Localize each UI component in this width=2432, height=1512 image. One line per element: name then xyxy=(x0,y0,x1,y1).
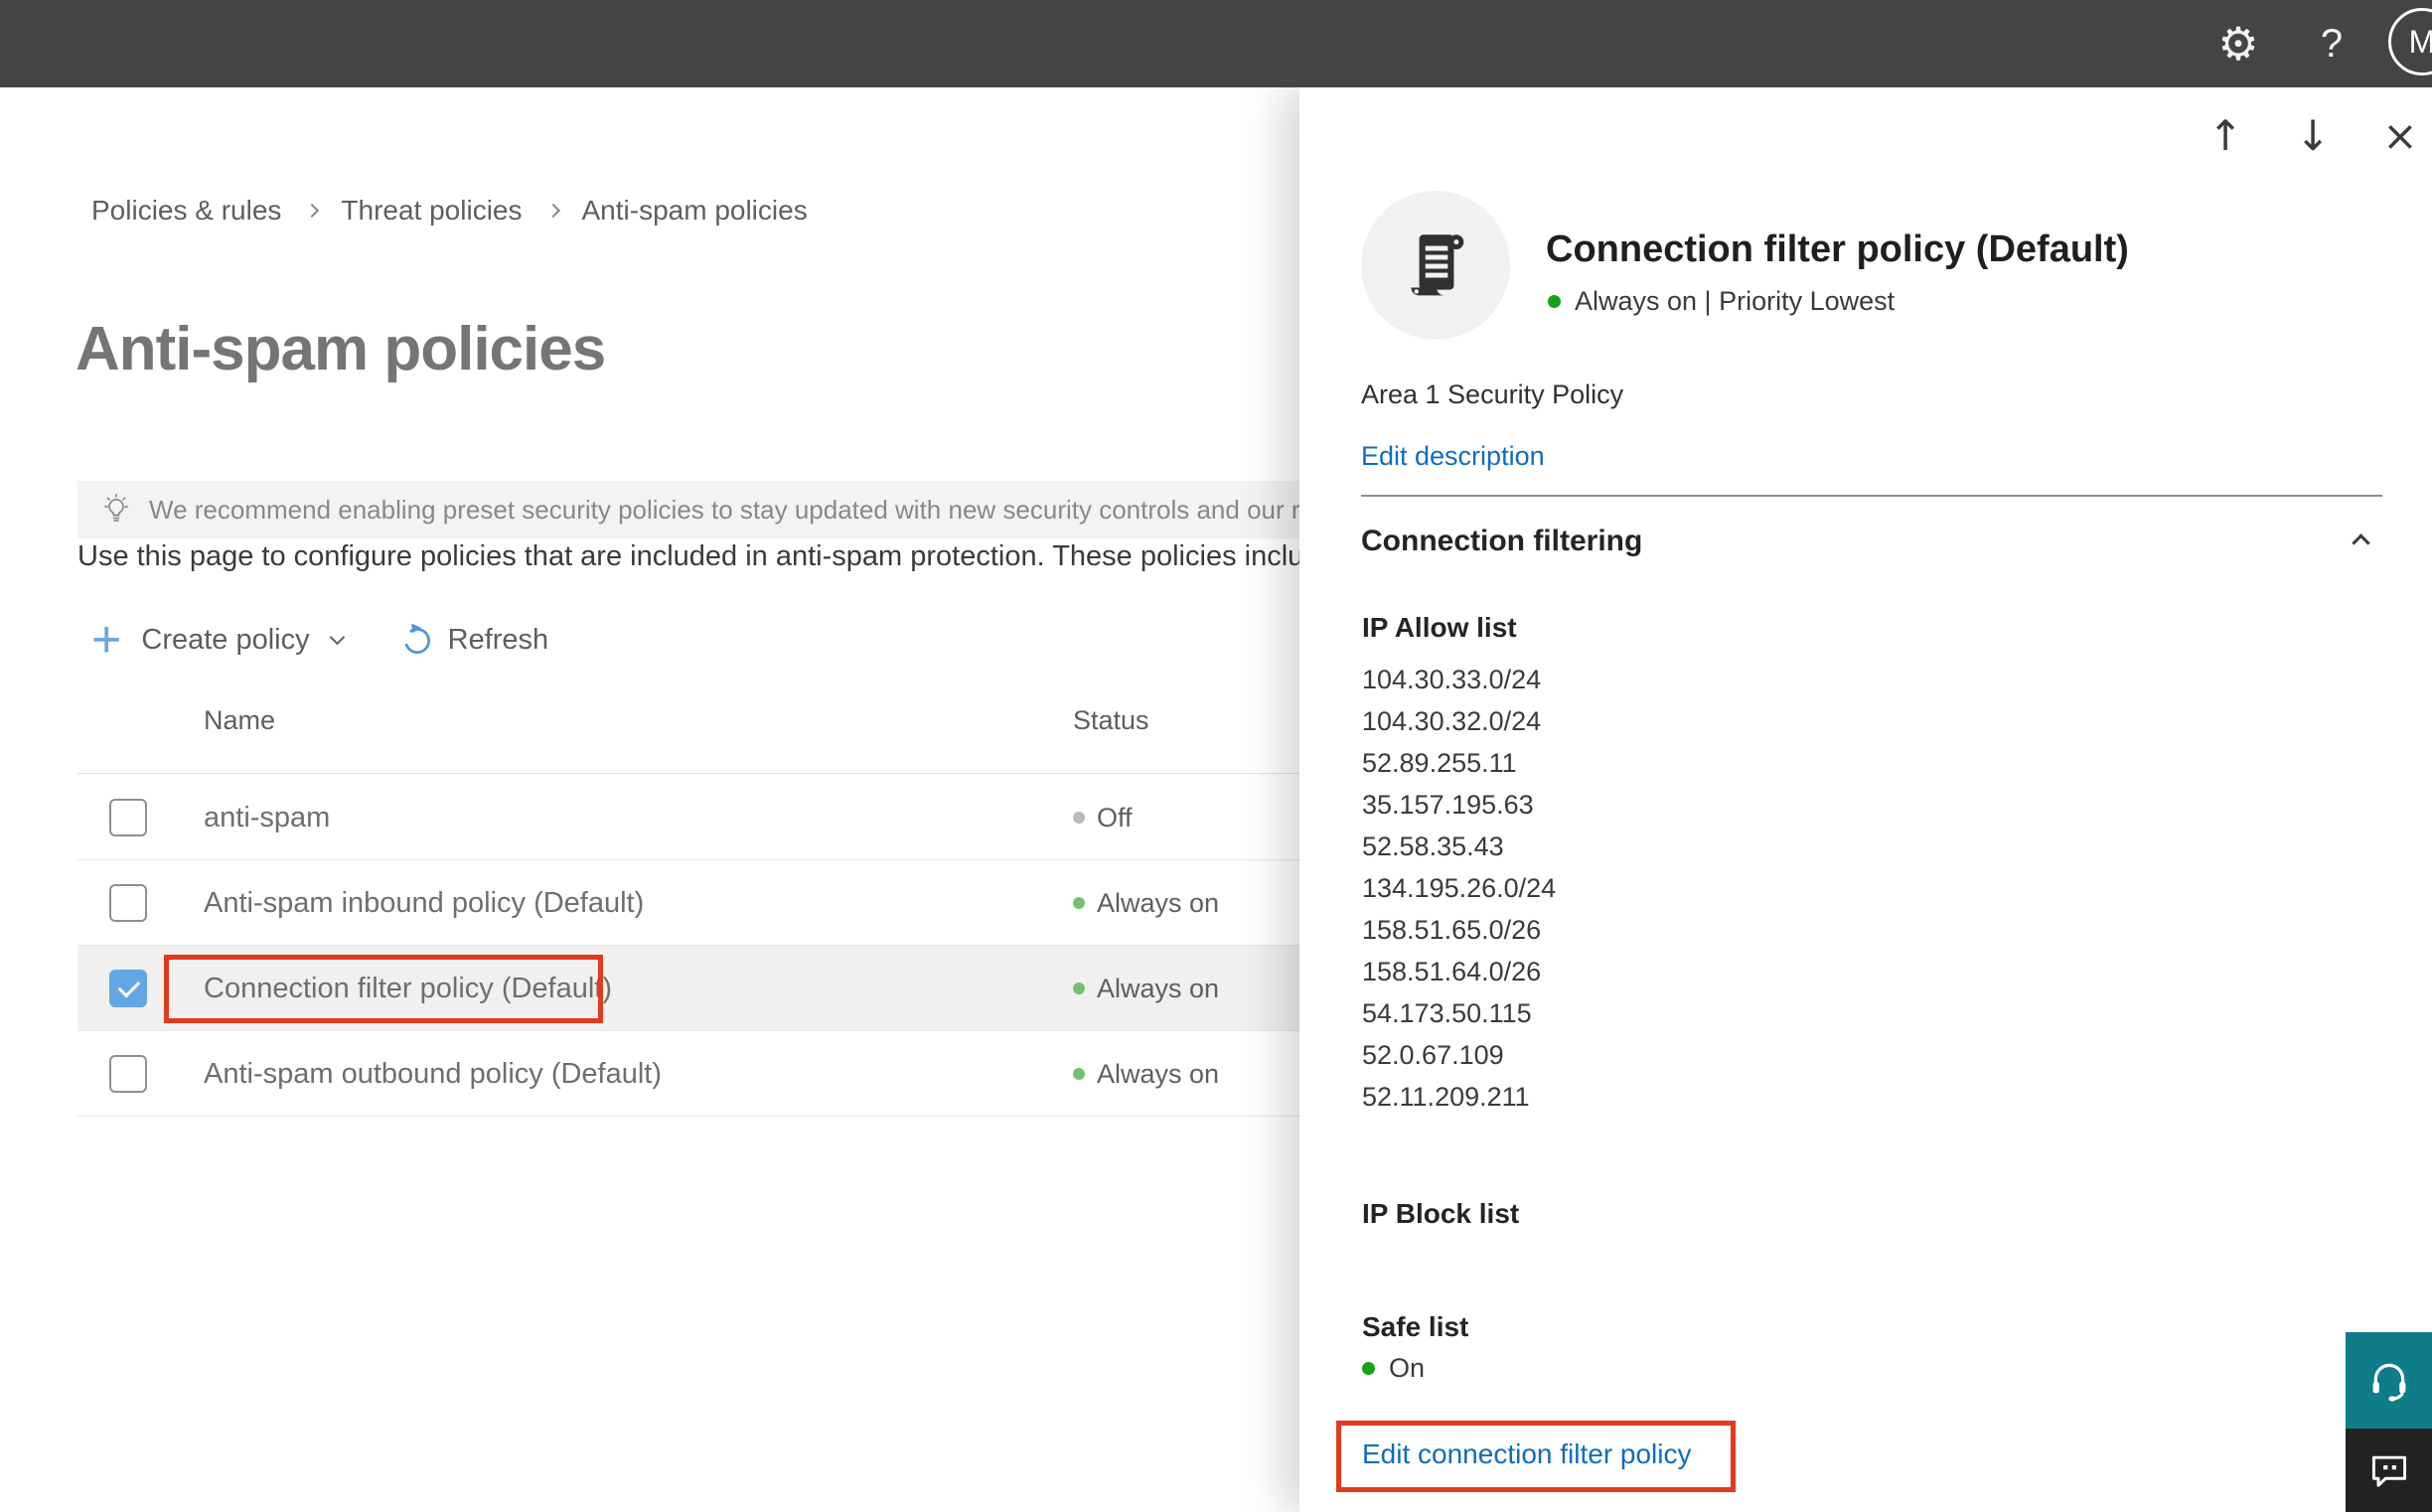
ip-entry: 158.51.65.0/26 xyxy=(1362,915,1542,945)
status-label: Always on xyxy=(1097,1058,1220,1089)
safe-list-status: On xyxy=(1362,1353,1425,1384)
annotation-rectangle xyxy=(164,955,603,1023)
ip-entry: 54.173.50.115 xyxy=(1362,998,1532,1028)
column-header-name[interactable]: Name xyxy=(204,705,275,736)
next-item-icon[interactable]: ↓ xyxy=(2291,109,2335,161)
policy-description-text: Area 1 Security Policy xyxy=(1361,379,1624,409)
status-dot-on xyxy=(1548,295,1561,308)
breadcrumb-current: Anti-spam policies xyxy=(581,195,808,226)
ip-entry: 134.195.26.0/24 xyxy=(1362,873,1557,903)
column-header-status[interactable]: Status xyxy=(1073,705,1149,736)
breadcrumb-threat-policies[interactable]: Threat policies xyxy=(341,195,522,227)
status-dot-on xyxy=(1073,1068,1085,1080)
flyout-status-label: Always on | Priority Lowest xyxy=(1575,286,1896,316)
previous-item-icon[interactable]: ↑ xyxy=(2204,109,2247,161)
policy-status: Always on xyxy=(1073,860,1219,946)
row-checkbox[interactable] xyxy=(109,884,147,922)
table-header-divider xyxy=(77,773,1331,774)
ip-entry: 104.30.32.0/24 xyxy=(1362,706,1542,736)
status-label: Always on xyxy=(1097,973,1220,1003)
create-policy-label: Create policy xyxy=(141,623,310,656)
flyout-title: Connection filter policy (Default) xyxy=(1546,228,2129,270)
ip-block-list-heading: IP Block list xyxy=(1362,1198,1520,1229)
table-row[interactable]: anti-spam Off xyxy=(77,775,1331,860)
section-connection-filtering[interactable]: Connection filtering xyxy=(1361,525,2382,558)
policy-status: Always on xyxy=(1073,946,1219,1031)
ip-entry: 35.157.195.63 xyxy=(1362,790,1534,820)
ip-entry: 158.51.64.0/26 xyxy=(1362,957,1542,986)
lightbulb-icon xyxy=(99,493,133,527)
ip-allow-list: 104.30.33.0/24 104.30.32.0/24 52.89.255.… xyxy=(1362,659,1556,1118)
policy-name: anti-spam xyxy=(204,801,331,833)
top-app-bar: ⚙ ? M xyxy=(0,0,2432,87)
ip-allow-list-heading: IP Allow list xyxy=(1362,612,1517,643)
breadcrumb: Policies & rules Threat policies Anti-sp… xyxy=(91,195,808,227)
ip-entry: 52.58.35.43 xyxy=(1362,832,1504,861)
ip-entry: 52.89.255.11 xyxy=(1362,748,1517,778)
recommendation-banner-text: We recommend enabling preset security po… xyxy=(149,494,1331,525)
status-dot-off xyxy=(1073,812,1085,824)
row-checkbox[interactable] xyxy=(109,799,147,836)
edit-description-link[interactable]: Edit description xyxy=(1361,441,1545,472)
row-checkbox-checked[interactable] xyxy=(109,970,147,1007)
chevron-right-icon xyxy=(545,203,560,219)
recommendation-banner: We recommend enabling preset security po… xyxy=(77,481,1331,538)
safe-list-status-label: On xyxy=(1389,1353,1426,1383)
screen: ⚙ ? M Policies & rules Threat policies A… xyxy=(0,0,2432,1512)
status-label: Off xyxy=(1097,802,1133,832)
edit-connection-filter-policy-link[interactable]: Edit connection filter policy xyxy=(1362,1438,1692,1470)
policy-status: Off xyxy=(1073,775,1133,860)
account-avatar[interactable]: M xyxy=(2388,8,2432,76)
status-dot-on xyxy=(1362,1362,1375,1375)
command-bar: + Create policy Refresh xyxy=(91,612,548,668)
status-dot-on xyxy=(1073,983,1085,994)
policy-scroll-icon xyxy=(1361,191,1510,340)
support-button[interactable] xyxy=(2346,1332,2432,1429)
help-icon[interactable]: ? xyxy=(2307,0,2356,87)
policy-name: Anti-spam outbound policy (Default) xyxy=(204,1057,663,1090)
details-flyout: ↑ ↓ × Connection filter policy (Default)… xyxy=(1299,87,2432,1512)
divider xyxy=(1361,495,2382,497)
table-row[interactable]: Anti-spam inbound policy (Default) Alway… xyxy=(77,860,1331,946)
ip-entry: 104.30.33.0/24 xyxy=(1362,665,1542,694)
breadcrumb-policies-rules[interactable]: Policies & rules xyxy=(91,195,281,227)
ip-entry: 52.0.67.109 xyxy=(1362,1040,1504,1070)
page-description: Use this page to configure policies that… xyxy=(77,540,1336,572)
headset-icon xyxy=(2365,1357,2413,1405)
chevron-right-icon xyxy=(305,203,320,219)
close-icon[interactable]: × xyxy=(2378,109,2422,161)
refresh-label: Refresh xyxy=(447,623,549,656)
refresh-button[interactable]: Refresh xyxy=(398,621,549,659)
policy-status: Always on xyxy=(1073,1031,1219,1117)
row-checkbox[interactable] xyxy=(109,1055,147,1093)
flyout-nav: ↑ ↓ × xyxy=(2204,109,2422,161)
table-row[interactable]: Anti-spam outbound policy (Default) Alwa… xyxy=(77,1031,1331,1117)
safe-list-heading: Safe list xyxy=(1362,1311,1469,1342)
policy-name: Anti-spam inbound policy (Default) xyxy=(204,886,645,919)
chevron-down-icon xyxy=(329,629,345,645)
refresh-icon xyxy=(398,621,436,659)
settings-icon[interactable]: ⚙ xyxy=(2207,0,2269,87)
table-row-selected[interactable]: Connection filter policy (Default) Alway… xyxy=(77,946,1331,1031)
feedback-button[interactable] xyxy=(2346,1429,2432,1512)
status-dot-on xyxy=(1073,897,1085,909)
status-label: Always on xyxy=(1097,887,1220,918)
feedback-bubble-icon xyxy=(2367,1448,2411,1492)
page-title: Anti-spam policies xyxy=(76,315,606,383)
ip-entry: 52.11.209.211 xyxy=(1362,1082,1530,1112)
plus-icon: + xyxy=(91,611,122,669)
flyout-status: Always on | Priority Lowest xyxy=(1548,286,1895,317)
create-policy-button[interactable]: + Create policy xyxy=(91,611,345,669)
